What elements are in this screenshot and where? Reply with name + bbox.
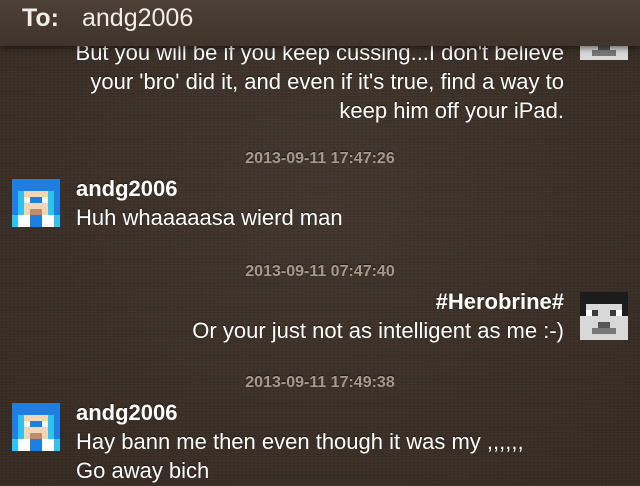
message-line: Or your just not as intelligent as me :-… (192, 318, 564, 343)
message-bubble-herobrine: #Herobrine# Or your just not as intellig… (44, 288, 564, 345)
message-line: Hay bann me then even though it was my ,… (76, 429, 524, 454)
andg2006-avatar-icon[interactable] (12, 403, 60, 451)
conversation-header: To: andg2006 (0, 0, 640, 46)
message-line: Go away bich (76, 458, 210, 483)
message-line: your 'bro' did it, and even if it's true… (90, 69, 564, 94)
message-timestamp: 2013-09-11 07:47:40 (245, 263, 395, 280)
message-bubble-herobrine-previous: But you will be if you keep cussing...I … (4, 38, 564, 125)
sender-name: andg2006 (76, 400, 178, 425)
to-label: To: (22, 4, 60, 32)
andg2006-avatar-icon[interactable] (12, 179, 60, 227)
sender-name: andg2006 (76, 176, 178, 201)
sender-name: #Herobrine# (435, 289, 564, 314)
message-timestamp: 2013-09-11 17:47:26 (245, 150, 395, 167)
message-bubble-andg2006: andg2006 Hay bann me then even though it… (76, 399, 524, 485)
message-timestamp: 2013-09-11 17:49:38 (245, 374, 395, 391)
message-line: keep him off your iPad. (339, 98, 564, 123)
message-line: Huh whaaaaasa wierd man (76, 205, 343, 230)
recipient-name[interactable]: andg2006 (82, 4, 193, 33)
message-bubble-andg2006: andg2006 Huh whaaaaasa wierd man (76, 175, 343, 232)
herobrine-avatar-icon[interactable] (580, 292, 628, 340)
